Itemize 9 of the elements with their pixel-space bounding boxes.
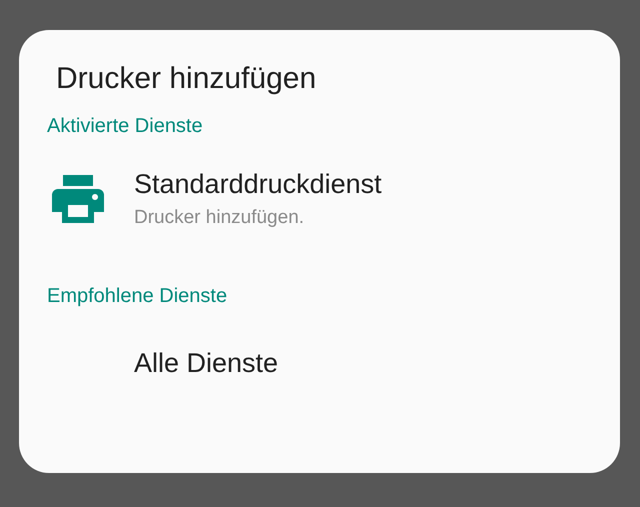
dialog-title: Drucker hinzufügen: [56, 64, 316, 94]
item-subtitle: Drucker hinzufügen.: [134, 206, 306, 230]
printer-icon: [52, 175, 104, 223]
list-item[interactable]: Standarddruckdienst Drucker hinzufügen.: [19, 140, 620, 258]
section-header: Aktivierte Dienste: [47, 116, 203, 136]
list-item[interactable]: Alle Dienste: [19, 310, 620, 416]
item-title: Alle Dienste: [134, 346, 278, 380]
item-title: Standarddruckdienst: [134, 168, 382, 201]
section-header: Empfohlene Dienste: [47, 286, 228, 306]
